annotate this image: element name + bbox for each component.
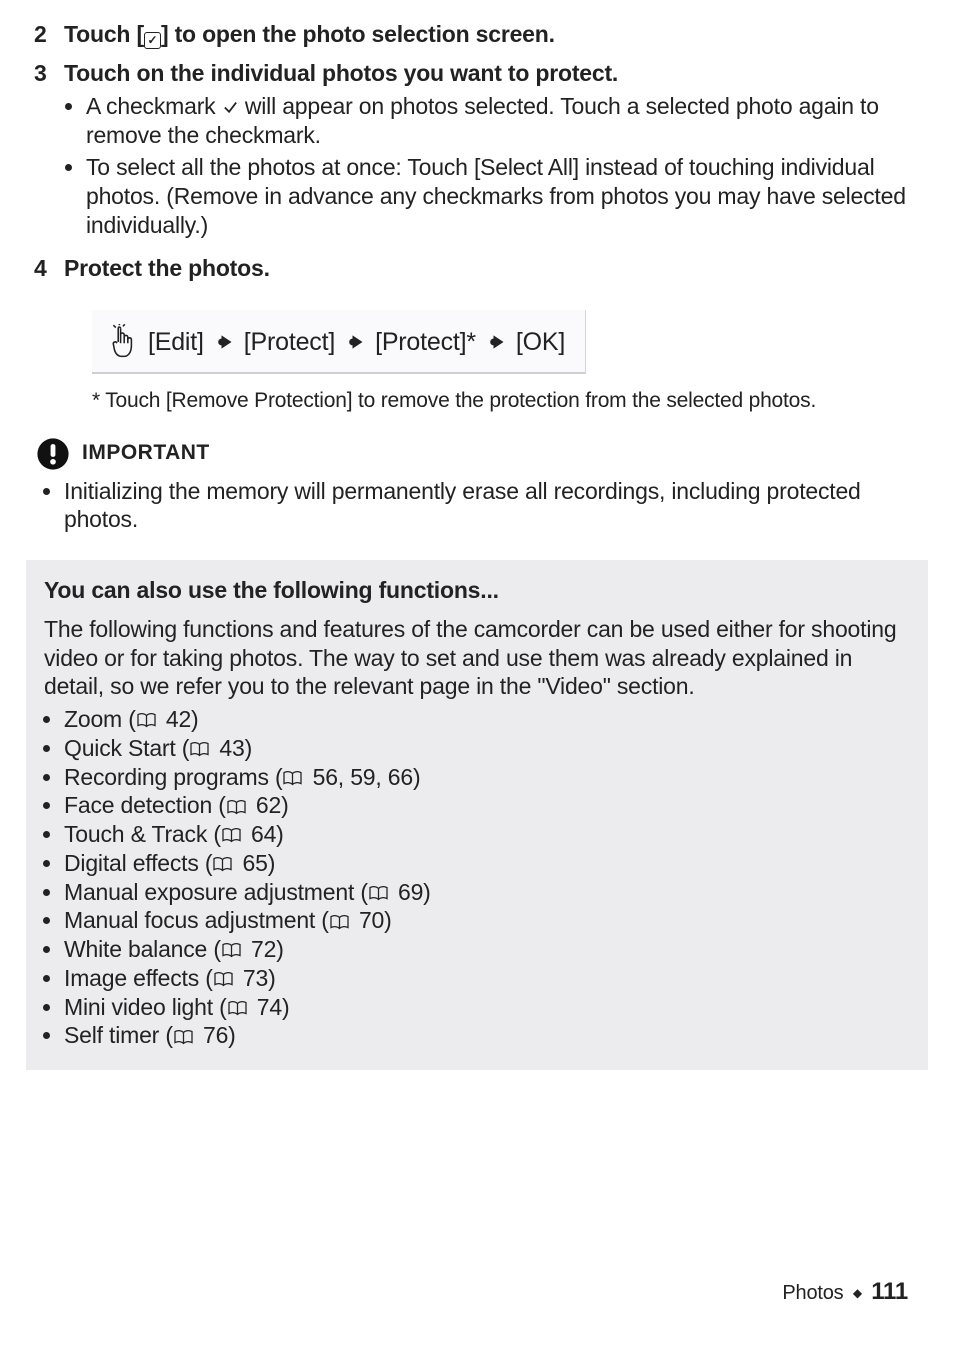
step-body: Touch on the individual photos you want … [64, 59, 920, 244]
page-ref-icon [221, 827, 242, 844]
page-ref: 62 [226, 792, 281, 818]
page-ref-icon [136, 712, 157, 729]
diamond-icon: ◆ [853, 1286, 862, 1300]
page-ref: 76 [173, 1022, 228, 1048]
important-icon [36, 437, 70, 471]
page-ref: 64 [221, 821, 276, 847]
functions-item: Zoom ( 42) [64, 705, 910, 734]
box-intro: The following functions and features of … [44, 615, 910, 701]
page-ref: 43 [189, 735, 244, 761]
item-label: Manual focus adjustment [64, 907, 315, 933]
footer-section: Photos [782, 1282, 843, 1304]
page-ref-icon [212, 856, 233, 873]
page-ref-icon [226, 799, 247, 816]
step-bullet: To select all the photos at once: Touch … [86, 153, 920, 239]
page-ref: 72 [221, 936, 276, 962]
step-2: 2 Touch [✓] to open the photo selection … [34, 20, 920, 49]
functions-item: Quick Start ( 43) [64, 734, 910, 763]
chevron-right-icon [214, 332, 234, 352]
item-label: Manual exposure adjustment [64, 879, 354, 905]
item-label: Face detection [64, 792, 212, 818]
functions-item: Mini video light ( 74) [64, 993, 910, 1022]
step-number: 4 [34, 254, 64, 283]
sequence-item: [OK] [516, 327, 565, 358]
important-heading: IMPORTANT [36, 437, 920, 471]
functions-box: You can also use the following functions… [26, 560, 928, 1070]
important-bullet: Initializing the memory will permanently… [64, 477, 920, 535]
chevron-right-icon [486, 332, 506, 352]
page-ref: 56, 59, 66 [282, 764, 413, 790]
step-bullets: A checkmark will appear on photos select… [86, 92, 920, 240]
photo-select-icon: ✓ [144, 32, 161, 49]
touch-icon [108, 324, 138, 360]
step-3: 3 Touch on the individual photos you wan… [34, 59, 920, 244]
sequence-item: [Edit] [148, 327, 204, 358]
page-ref-icon [213, 971, 234, 988]
functions-item: Manual exposure adjustment ( 69) [64, 878, 910, 907]
functions-item: Image effects ( 73) [64, 964, 910, 993]
important-label: IMPORTANT [82, 440, 210, 466]
item-label: Digital effects [64, 850, 199, 876]
page-ref: 70 [329, 907, 384, 933]
functions-list: Zoom ( 42)Quick Start ( 43)Recording pro… [64, 705, 910, 1050]
important-bullets: Initializing the memory will permanently… [64, 477, 920, 535]
item-label: Zoom [64, 706, 122, 732]
page-ref: 42 [136, 706, 191, 732]
step-body: Touch [✓] to open the photo selection sc… [64, 20, 920, 49]
box-heading: You can also use the following functions… [44, 576, 910, 605]
functions-item: White balance ( 72) [64, 935, 910, 964]
step-title: Protect the photos. [64, 254, 920, 283]
page-ref-icon [189, 741, 210, 758]
page-ref-icon [173, 1029, 194, 1046]
sequence-item: [Protect] [244, 327, 335, 358]
step-title: Touch on the individual photos you want … [64, 59, 920, 88]
item-label: Quick Start [64, 735, 176, 761]
functions-item: Face detection ( 62) [64, 791, 910, 820]
page-footer: Photos ◆ 111 [782, 1277, 908, 1307]
page-ref: 74 [227, 994, 282, 1020]
title-text-post: ] to open the photo selection screen. [161, 21, 555, 47]
functions-item: Digital effects ( 65) [64, 849, 910, 878]
step-number: 3 [34, 59, 64, 244]
title-text-pre: Touch [ [64, 21, 144, 47]
functions-item: Recording programs ( 56, 59, 66) [64, 763, 910, 792]
footnote: * Touch [Remove Protection] to remove th… [92, 388, 920, 414]
item-label: Image effects [64, 965, 199, 991]
functions-item: Touch & Track ( 64) [64, 820, 910, 849]
page-ref-icon [221, 942, 242, 959]
item-label: White balance [64, 936, 207, 962]
step-body: Protect the photos. [64, 254, 920, 283]
page-ref-icon [329, 914, 350, 931]
step-bullet: A checkmark will appear on photos select… [86, 92, 920, 150]
item-label: Recording programs [64, 764, 269, 790]
page-ref: 73 [213, 965, 268, 991]
page-ref-icon [227, 1000, 248, 1017]
item-label: Mini video light [64, 994, 213, 1020]
item-label: Self timer [64, 1022, 159, 1048]
functions-item: Self timer ( 76) [64, 1021, 910, 1050]
page-ref-icon [282, 770, 303, 787]
step-number: 2 [34, 20, 64, 49]
checkmark-icon [222, 99, 239, 116]
functions-item: Manual focus adjustment ( 70) [64, 906, 910, 935]
page-ref-icon [368, 885, 389, 902]
step-4: 4 Protect the photos. [34, 254, 920, 283]
page-ref: 65 [212, 850, 267, 876]
page-ref: 69 [368, 879, 423, 905]
page-number: 111 [871, 1278, 908, 1305]
touch-sequence: [Edit] [Protect] [Protect]* [OK] [92, 310, 586, 374]
bullet-text-pre: A checkmark [86, 93, 222, 119]
step-title: Touch [✓] to open the photo selection sc… [64, 21, 555, 47]
chevron-right-icon [345, 332, 365, 352]
item-label: Touch & Track [64, 821, 207, 847]
sequence-item: [Protect]* [375, 327, 476, 358]
